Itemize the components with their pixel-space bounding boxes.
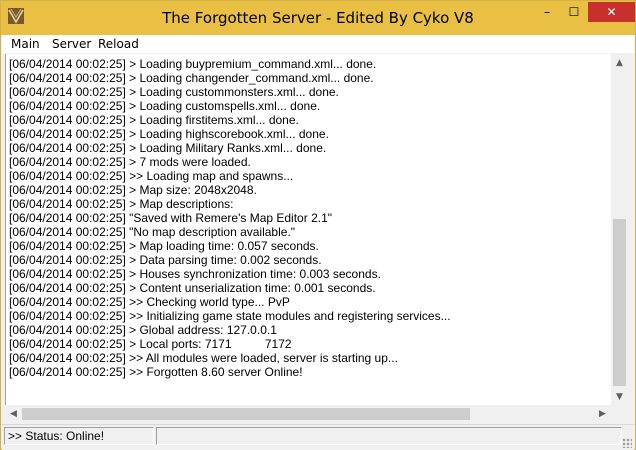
- menu-item-reload[interactable]: Reload: [98, 37, 139, 51]
- log-line: [06/04/2014 00:02:25] > 7 mods were load…: [9, 155, 251, 169]
- log-line: [06/04/2014 00:02:25] > Loading changend…: [9, 71, 374, 85]
- log-line: [06/04/2014 00:02:25] > Content unserial…: [9, 281, 376, 295]
- status-bar: >> Status: Online!: [2, 424, 634, 450]
- minimize-button[interactable]: –: [534, 2, 560, 22]
- log-line: [06/04/2014 00:02:25] > Map descriptions…: [9, 197, 234, 211]
- vertical-scrollbar[interactable]: ▲ ▼: [611, 54, 628, 405]
- log-line: [06/04/2014 00:02:25] "No map descriptio…: [9, 225, 296, 239]
- log-line: [06/04/2014 00:02:25] > Houses synchroni…: [9, 267, 381, 281]
- log-line: [06/04/2014 00:02:25] >> Loading map and…: [9, 169, 294, 183]
- log-line: [06/04/2014 00:02:25] >> Checking world …: [9, 295, 290, 309]
- log-line: [06/04/2014 00:02:25] > Data parsing tim…: [9, 253, 322, 267]
- log-line: [06/04/2014 00:02:25] > Loading buypremi…: [9, 57, 377, 71]
- menu-bar: Main Server Reload: [2, 35, 634, 53]
- horizontal-scrollbar[interactable]: ◀ ▶: [5, 405, 611, 422]
- scrollbar-corner: [611, 405, 628, 422]
- log-line: [06/04/2014 00:02:25] > Local ports: 717…: [9, 337, 292, 351]
- log-line: [06/04/2014 00:02:25] > Loading highscor…: [9, 127, 329, 141]
- resize-grip-icon[interactable]: [622, 438, 632, 448]
- menu-item-server[interactable]: Server: [52, 37, 91, 51]
- server-window: The Forgotten Server - Edited By Cyko V8…: [0, 0, 636, 450]
- scroll-up-icon[interactable]: ▲: [611, 54, 628, 71]
- log-line: [06/04/2014 00:02:25] "Saved with Remere…: [9, 211, 333, 225]
- horizontal-scroll-thumb[interactable]: [22, 408, 470, 420]
- maximize-button[interactable]: ☐: [561, 2, 587, 22]
- menu-item-main[interactable]: Main: [11, 37, 40, 51]
- scroll-left-icon[interactable]: ◀: [5, 405, 22, 422]
- title-bar[interactable]: The Forgotten Server - Edited By Cyko V8…: [1, 1, 635, 35]
- log-line: [06/04/2014 00:02:25] > Loading firstite…: [9, 113, 299, 127]
- log-line: [06/04/2014 00:02:25] > Loading Military…: [9, 141, 327, 155]
- scroll-down-icon[interactable]: ▼: [611, 388, 628, 405]
- log-line: [06/04/2014 00:02:25] > Global address: …: [9, 323, 277, 337]
- vertical-scroll-thumb[interactable]: [613, 219, 626, 386]
- console-log[interactable]: [06/04/2014 00:02:25] > Loading buypremi…: [5, 54, 612, 405]
- close-button[interactable]: ✕: [588, 2, 635, 22]
- status-panel-secondary: [156, 427, 622, 445]
- log-line: [06/04/2014 00:02:25] > Loading custommo…: [9, 85, 339, 99]
- status-panel-main: >> Status: Online!: [4, 427, 154, 445]
- log-line: [06/04/2014 00:02:25] > Loading customsp…: [9, 99, 321, 113]
- log-line: [06/04/2014 00:02:25] > Map size: 2048x2…: [9, 183, 257, 197]
- log-line: [06/04/2014 00:02:25] >> Initializing ga…: [9, 309, 451, 323]
- log-line: [06/04/2014 00:02:25] >> Forgotten 8.60 …: [9, 365, 303, 379]
- scroll-right-icon[interactable]: ▶: [594, 405, 611, 422]
- log-line: [06/04/2014 00:02:25] > Map loading time…: [9, 239, 319, 253]
- log-line: [06/04/2014 00:02:25] >> All modules wer…: [9, 351, 398, 365]
- status-text: >> Status: Online!: [8, 429, 105, 443]
